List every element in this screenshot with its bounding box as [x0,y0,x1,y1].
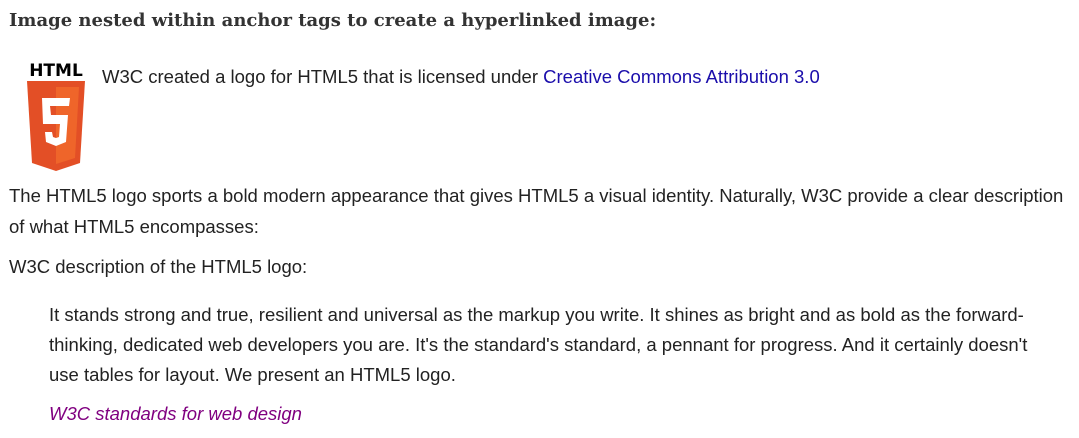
html5-logo-icon: HTML [27,61,85,171]
logo-caption: W3C created a logo for HTML5 that is lic… [102,64,820,90]
intro-paragraph: The HTML5 logo sports a bold modern appe… [9,185,1064,237]
w3c-standards-link[interactable]: W3C standards for web design [49,401,302,427]
section-heading: Image nested within anchor tags to creat… [9,10,657,31]
html5-logo-link[interactable]: HTML [22,60,90,172]
html5-wordmark: HTML [29,61,83,81]
description-label: W3C description of the HTML5 logo: [9,256,308,277]
caption-text: W3C created a logo for HTML5 that is lic… [102,66,544,87]
creative-commons-link[interactable]: Creative Commons Attribution 3.0 [543,66,820,87]
w3c-quote: It stands strong and true, resilient and… [49,304,1028,385]
html5-digit-five [42,98,70,146]
